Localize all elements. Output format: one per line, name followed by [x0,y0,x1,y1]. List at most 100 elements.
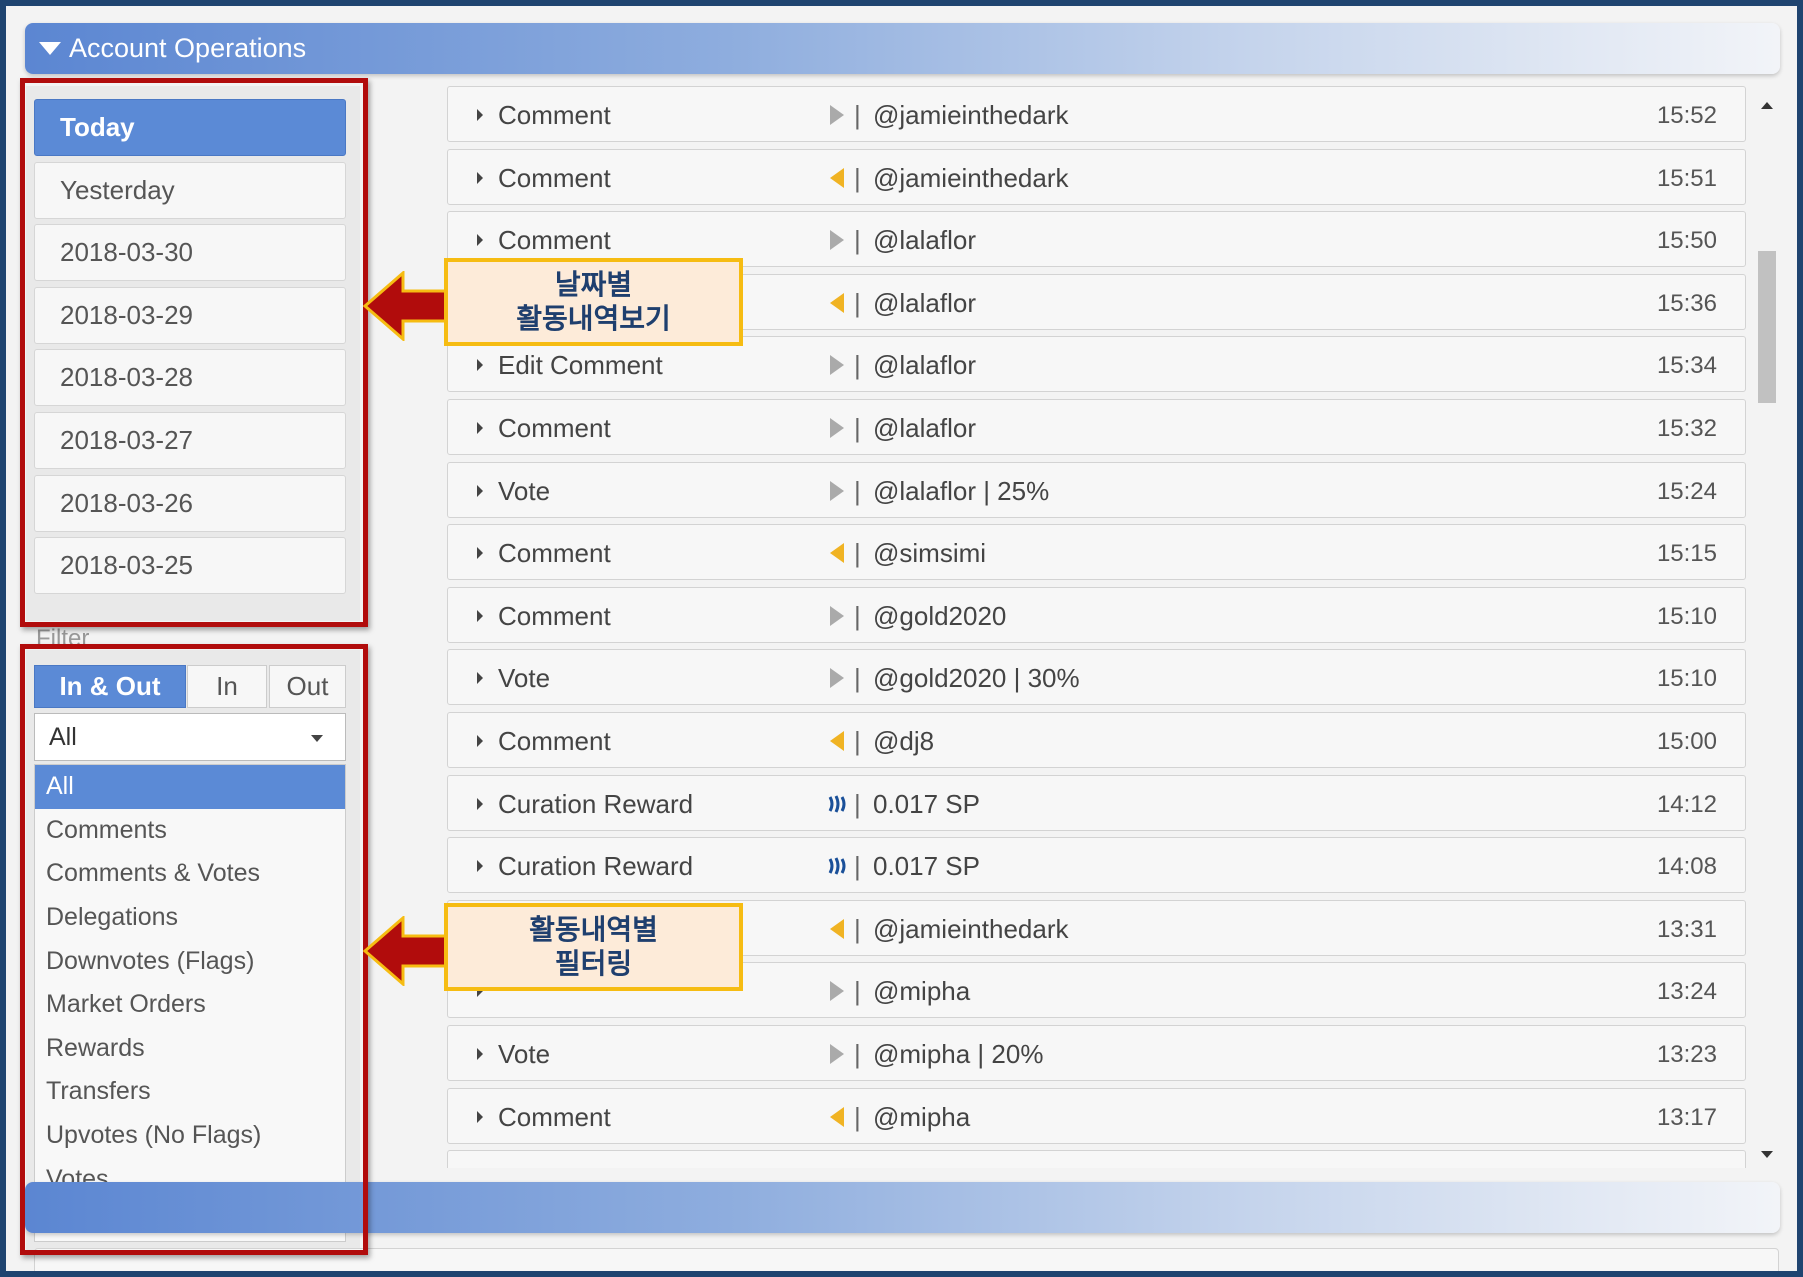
operation-row[interactable]: Curation Reward | 0.017 SP 14:12 [447,774,1746,831]
expand-caret-icon[interactable] [477,860,483,873]
outgoing-arrow-icon [830,981,844,1002]
incoming-arrow-icon [830,292,844,313]
operation-time: 13:31 [1656,915,1717,943]
outgoing-arrow-icon [830,105,844,125]
dropdown-option[interactable]: All [35,765,345,809]
operation-row[interactable]: Comment | @mipha 13:17 [447,1087,1746,1144]
date-button[interactable]: 2018-03-29 [34,286,346,344]
dropdown-option[interactable]: Upvotes (No Flags) [35,1114,345,1158]
outgoing-arrow-icon [830,605,844,626]
operation-type: Comment [498,726,611,756]
filter-label: Filter [36,625,90,652]
operation-row[interactable]: Comment | @dj8 15:00 [447,712,1746,768]
operation-row[interactable]: Comment | @gold2020 15:10 [447,586,1746,643]
incoming-arrow-icon [830,1106,844,1127]
expand-caret-icon[interactable] [477,234,483,247]
outgoing-arrow-icon [830,1044,844,1064]
expand-caret-icon[interactable] [477,484,483,497]
operation-type: Curation Reward [498,788,694,819]
operation-type: Comment [498,225,611,256]
date-button[interactable]: 2018-03-30 [34,224,346,282]
operation-type-select[interactable]: All [34,713,346,761]
expand-caret-icon[interactable] [477,672,483,685]
scrollbar[interactable] [1754,92,1780,1168]
section-title: Account Operations [69,33,307,63]
date-button[interactable]: 2018-03-25 [34,537,346,595]
operation-time: 15:32 [1656,415,1717,442]
second-section-header[interactable] [25,1182,1780,1233]
operation-row[interactable]: Vote | @mipha | 20% 13:23 [447,1025,1746,1081]
operation-time: 15:36 [1656,289,1717,317]
dropdown-option[interactable]: Comments [35,809,345,853]
separator: | [854,475,861,506]
dropdown-option[interactable]: Transfers [35,1070,345,1114]
expand-caret-icon[interactable] [477,609,483,622]
operation-detail: 0.017 SP [873,788,980,819]
separator: | [854,162,861,193]
expand-caret-icon[interactable] [477,797,483,810]
operation-time: 15:52 [1656,102,1717,129]
expand-caret-icon[interactable] [477,171,483,184]
outgoing-arrow-icon [830,668,844,689]
tab-in-out[interactable]: In & Out [34,665,186,708]
expand-caret-icon[interactable] [477,735,483,747]
operation-row[interactable]: Vote | @lalaflor | 25% 15:24 [447,461,1746,518]
dropdown-option[interactable]: Comments & Votes [35,852,345,896]
post-row[interactable] [34,1248,1779,1271]
steem-icon [828,857,846,875]
separator: | [854,913,861,944]
expand-caret-icon[interactable] [477,1048,483,1060]
operation-row[interactable]: | [447,1150,1746,1168]
expand-caret-icon[interactable] [477,109,483,121]
scrollbar-thumb[interactable] [1758,251,1776,403]
date-button[interactable]: Today [34,99,346,156]
expand-caret-icon[interactable] [477,422,483,434]
operation-detail: @jamieinthedark [873,913,1069,944]
operation-type: Vote [498,475,551,506]
operation-row[interactable]: Comment | @lalaflor 15:32 [447,399,1746,455]
operation-row[interactable]: Vote | @gold2020 | 30% 15:10 [447,649,1746,706]
dropdown-option[interactable]: Market Orders [35,983,345,1027]
operation-type: Comment [498,413,611,443]
operation-time: 15:24 [1656,477,1717,505]
dropdown-option[interactable]: Delegations [35,896,345,940]
dropdown-option[interactable]: Rewards [35,1027,345,1071]
operation-time: 13:17 [1656,1103,1717,1131]
operation-time: 15:00 [1656,728,1717,755]
outgoing-arrow-icon [830,480,844,501]
incoming-arrow-icon [830,731,844,751]
operation-detail: 0.017 SP [873,851,980,882]
operation-detail: @lalaflor [873,225,976,256]
operation-detail: @lalaflor [873,350,976,381]
operation-row[interactable]: Comment | @jamieinthedark 15:51 [447,148,1746,205]
separator: | [854,100,861,130]
account-operations-header[interactable]: Account Operations [25,23,1780,74]
operation-row[interactable]: Comment | @simsimi 15:15 [447,524,1746,581]
operation-row[interactable]: Curation Reward | 0.017 SP 14:08 [447,837,1746,894]
expand-caret-icon[interactable] [477,547,483,560]
operation-detail: @lalaflor | 25% [873,475,1050,506]
scroll-up-icon[interactable] [1761,102,1773,109]
date-button[interactable]: 2018-03-26 [34,474,346,532]
dropdown-option[interactable]: Downvotes (Flags) [35,939,345,983]
tab-out[interactable]: Out [269,665,346,708]
separator: | [854,600,861,631]
date-button[interactable]: Yesterday [34,161,346,219]
separator: | [854,788,861,819]
operation-time: 14:12 [1656,790,1717,818]
expand-caret-icon[interactable] [477,1110,483,1123]
expand-caret-icon[interactable] [477,359,483,372]
annotation-arrow-icon [363,271,447,341]
separator: | [854,225,861,256]
tab-in[interactable]: In [187,665,267,708]
outgoing-arrow-icon [830,355,844,376]
incoming-arrow-icon [830,167,844,188]
callout-filter: 활동내역별 필터링 [444,903,743,991]
annotation-arrow-icon [363,916,447,986]
operation-type: Vote [498,663,551,694]
operation-row[interactable]: Comment | @jamieinthedark 15:52 [447,86,1746,142]
scroll-down-icon[interactable] [1761,1151,1773,1158]
date-button[interactable]: 2018-03-27 [34,412,346,469]
date-button[interactable]: 2018-03-28 [34,349,346,407]
operation-detail: @gold2020 [873,600,1007,631]
